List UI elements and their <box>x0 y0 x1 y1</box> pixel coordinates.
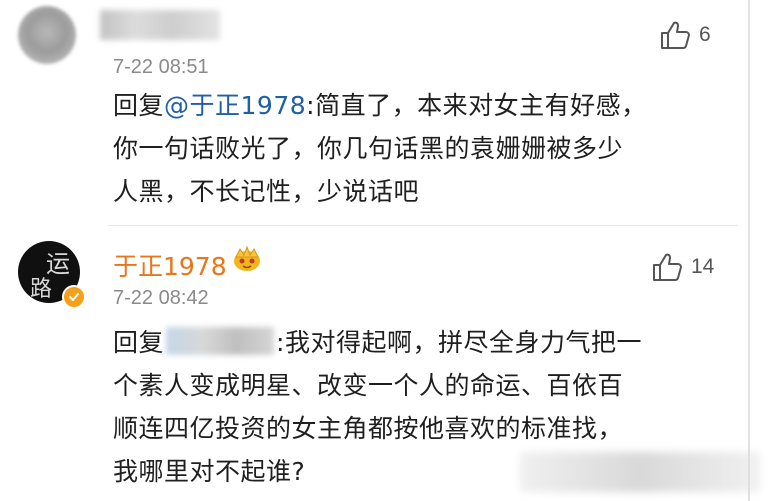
comment-line: 顺连四亿投资的女主角都按他喜欢的标准找， <box>113 414 624 443</box>
like-button[interactable]: 14 <box>651 252 714 282</box>
like-button[interactable]: 6 <box>659 20 711 50</box>
comment-text: :我对得起啊，拼尽全身力气把一 <box>276 328 642 357</box>
comment-line: 回复 :我对得起啊，拼尽全身力气把一 <box>113 321 642 364</box>
comment-line: 个素人变成明星、改变一个人的命运、百依百 <box>113 371 624 400</box>
comment-line: 回复@于正1978:简直了，本来对女主有好感， <box>113 84 647 127</box>
verified-badge-icon <box>62 285 86 309</box>
comment-1: 7-22 08:51 6 回复@于正1978:简直了，本来对女主有好感， 你一句… <box>0 0 772 227</box>
like-count: 14 <box>691 255 715 278</box>
comment-text: :简直了，本来对女主有好感， <box>306 91 647 120</box>
comment-line: 人黑，不长记性，少说话吧 <box>113 177 420 206</box>
comment-line: 你一句话败光了，你几句话黑的袁姗姗被多少 <box>113 134 624 163</box>
username-blurred[interactable] <box>100 10 220 40</box>
crown-icon <box>232 245 262 277</box>
like-count: 6 <box>699 23 711 46</box>
avatar-blurred[interactable] <box>18 6 76 64</box>
comment-time: 7-22 08:51 <box>113 56 209 78</box>
comment-time: 7-22 08:42 <box>113 287 209 309</box>
avatar-glyph: 路 <box>30 277 53 302</box>
reply-label: 回复 <box>113 91 165 120</box>
watermark-blurred <box>520 452 760 492</box>
username-link[interactable]: 于正1978 <box>113 247 227 283</box>
thumbs-up-icon <box>659 20 691 50</box>
divider <box>108 225 738 226</box>
thumbs-up-icon <box>651 252 683 282</box>
comment-body: 回复@于正1978:简直了，本来对女主有好感， 你一句话败光了，你几句话黑的袁姗… <box>113 84 647 213</box>
mention-link[interactable]: @于正1978 <box>164 91 306 120</box>
reply-label: 回复 <box>113 328 165 357</box>
mention-blurred[interactable] <box>166 327 275 355</box>
